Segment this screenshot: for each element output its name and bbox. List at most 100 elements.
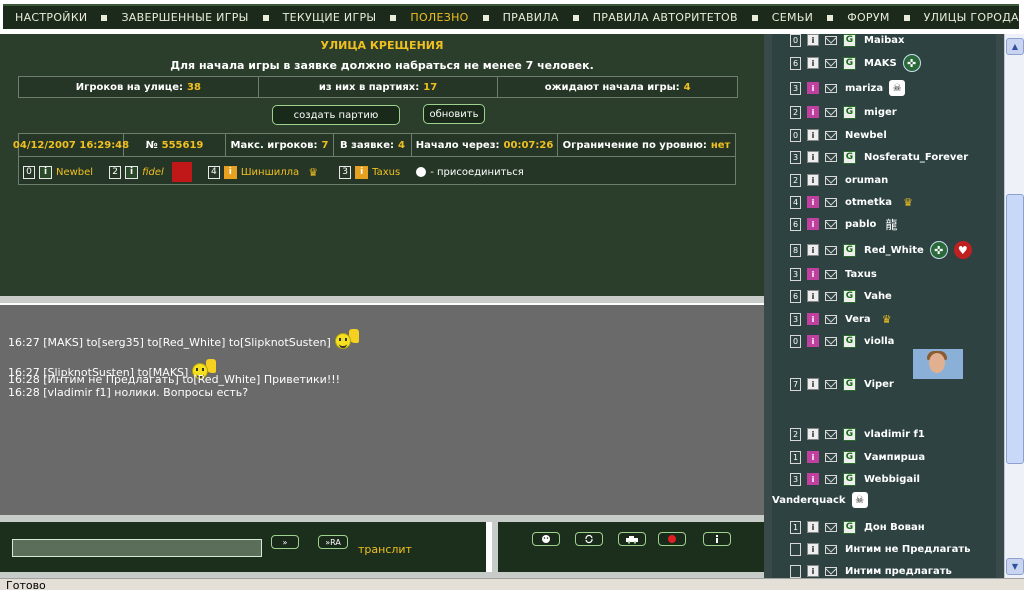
info-icon[interactable]: i [223, 165, 237, 179]
user-name[interactable]: Red_White [864, 245, 924, 256]
player-name[interactable]: fidel [142, 167, 164, 178]
group-g-icon[interactable]: G [843, 472, 856, 486]
envelope-icon[interactable] [825, 522, 837, 532]
info-icon[interactable]: i [355, 165, 369, 179]
user-info-icon[interactable]: i [807, 57, 819, 69]
user-name[interactable]: mariza [845, 83, 883, 94]
nav-item[interactable]: ПОЛЕЗНО [410, 11, 468, 24]
user-row[interactable]: 0 i G Maibax [790, 30, 904, 50]
user-name[interactable]: Newbel [845, 130, 887, 141]
user-info-icon[interactable]: i [807, 313, 819, 325]
group-g-icon[interactable]: G [843, 56, 856, 70]
car-button[interactable] [618, 532, 646, 546]
user-row[interactable]: i Интим не Предлагать [790, 539, 970, 559]
nav-item[interactable]: НАСТРОЙКИ [15, 11, 87, 24]
user-row[interactable]: 3 i Vera ♛ [790, 309, 897, 329]
user-info-icon[interactable]: i [807, 34, 819, 46]
translit-label[interactable]: транслит [358, 543, 412, 556]
nav-item[interactable]: ФОРУМ [847, 11, 889, 24]
envelope-icon[interactable] [825, 544, 837, 554]
user-row[interactable]: 3 i G Nosferatu_Forever [790, 147, 968, 167]
envelope-icon[interactable] [825, 474, 837, 484]
group-g-icon[interactable]: G [843, 377, 856, 391]
group-g-icon[interactable]: G [843, 105, 856, 119]
envelope-icon[interactable] [825, 379, 837, 389]
scroll-down-button[interactable]: ▼ [1006, 558, 1024, 575]
user-info-icon[interactable]: i [807, 451, 819, 463]
group-g-icon[interactable]: G [843, 520, 856, 534]
user-row[interactable]: 6 i G MAKS ✜ [790, 53, 921, 73]
user-row[interactable]: 8 i G Red_White ✜ ♥ [790, 240, 972, 260]
envelope-icon[interactable] [825, 130, 837, 140]
chat-message-input[interactable] [12, 539, 262, 557]
envelope-icon[interactable] [825, 175, 837, 185]
group-g-icon[interactable]: G [843, 427, 856, 441]
player-name[interactable]: Newbel [56, 167, 93, 178]
user-name[interactable]: otmetka [845, 197, 892, 208]
user-name[interactable]: Vампирша [864, 452, 925, 463]
user-row[interactable]: 6 i pablo 龍 [790, 214, 900, 234]
user-row[interactable]: 6 i G Vahe [790, 286, 892, 306]
user-row[interactable]: 0 i Gviolla [790, 331, 894, 351]
info-button[interactable] [703, 532, 731, 546]
user-name[interactable]: vladimir f1 [864, 429, 925, 440]
user-info-icon[interactable]: i [807, 378, 819, 390]
user-name[interactable]: MAKS [864, 58, 897, 69]
envelope-icon[interactable] [825, 83, 837, 93]
user-info-icon[interactable]: i [807, 543, 819, 555]
group-g-icon[interactable]: G [843, 243, 856, 257]
user-info-icon[interactable]: i [807, 218, 819, 230]
user-info-icon[interactable]: i [807, 565, 819, 577]
user-name[interactable]: Viper [864, 379, 894, 390]
envelope-icon[interactable] [825, 35, 837, 45]
user-name[interactable]: Дон Вован [864, 522, 925, 533]
player-name[interactable]: Шиншилла [241, 167, 299, 178]
create-game-button[interactable]: создать партию [272, 105, 400, 125]
user-info-icon[interactable]: i [807, 521, 819, 533]
join-game[interactable]: - присоединиться [416, 167, 524, 178]
envelope-icon[interactable] [825, 452, 837, 462]
user-info-icon[interactable]: i [807, 335, 819, 347]
envelope-icon[interactable] [825, 152, 837, 162]
group-g-icon[interactable]: G [843, 334, 856, 348]
user-name[interactable]: miger [864, 107, 897, 118]
user-row[interactable]: 1 i G Дон Вован [790, 517, 925, 537]
user-name[interactable]: Vanderquack [772, 495, 846, 506]
nav-item[interactable]: ПРАВИЛА [503, 11, 559, 24]
user-row[interactable]: 0 i Newbel [790, 125, 887, 145]
user-info-icon[interactable]: i [807, 82, 819, 94]
group-g-icon[interactable]: G [843, 450, 856, 464]
user-row[interactable]: 2 i Gmiger [790, 102, 897, 122]
envelope-icon[interactable] [825, 336, 837, 346]
group-g-icon[interactable]: G [843, 33, 856, 47]
envelope-icon[interactable] [825, 291, 837, 301]
refresh-chat-button[interactable] [575, 532, 603, 546]
user-info-icon[interactable]: i [807, 106, 819, 118]
scroll-up-button[interactable]: ▲ [1006, 38, 1024, 55]
player-name[interactable]: Taxus [372, 167, 400, 178]
envelope-icon[interactable] [825, 566, 837, 576]
user-row[interactable]: 4 i otmetka ♛ [790, 192, 918, 212]
scroll-thumb[interactable] [1006, 194, 1024, 464]
nav-item[interactable]: УЛИЦЫ ГОРОДА [924, 11, 1019, 24]
user-row[interactable]: 3 i Taxus [790, 264, 877, 284]
user-info-icon[interactable]: i [807, 290, 819, 302]
envelope-icon[interactable] [825, 219, 837, 229]
group-g-icon[interactable]: G [843, 289, 856, 303]
user-info-icon[interactable]: i [807, 428, 819, 440]
user-row[interactable]: 3 i mariza ☠ [790, 78, 906, 98]
user-row[interactable]: 2 i oruman [790, 170, 888, 190]
envelope-icon[interactable] [825, 107, 837, 117]
nav-item[interactable]: ЗАВЕРШЕННЫЕ ИГРЫ [121, 11, 248, 24]
envelope-icon[interactable] [825, 269, 837, 279]
user-info-icon[interactable]: i [807, 268, 819, 280]
envelope-icon[interactable] [825, 314, 837, 324]
user-name[interactable]: Интим не Предлагать [845, 544, 970, 555]
user-name[interactable]: Maibax [864, 35, 904, 46]
user-name[interactable]: Taxus [845, 269, 877, 280]
user-name[interactable]: Nosferatu_Forever [864, 152, 968, 163]
info-icon[interactable]: i [39, 165, 52, 179]
refresh-button[interactable]: обновить [423, 104, 485, 124]
record-button[interactable] [658, 532, 686, 546]
user-name[interactable]: Vahe [864, 291, 892, 302]
